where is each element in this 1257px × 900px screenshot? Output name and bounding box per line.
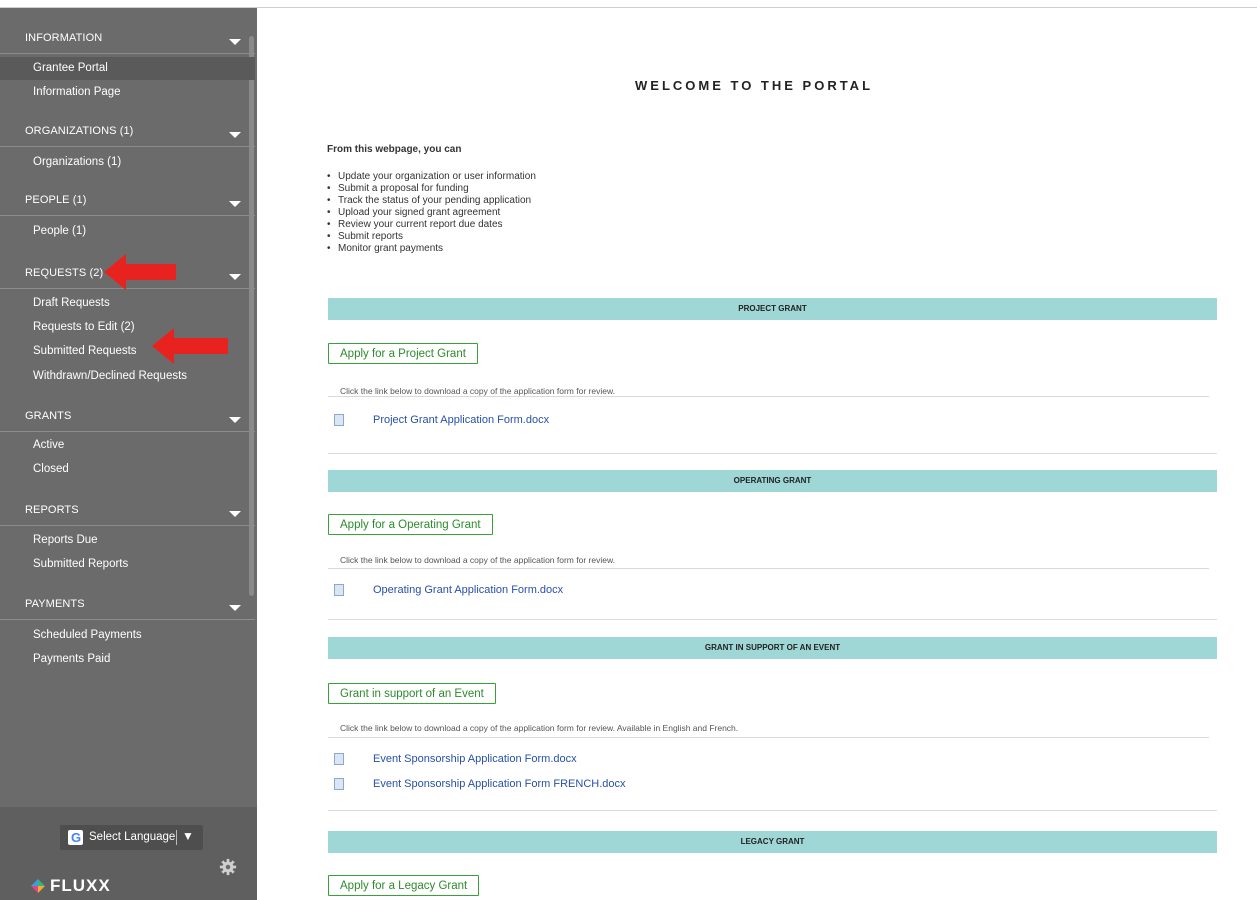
document-icon: [334, 753, 344, 765]
document-icon: [334, 778, 344, 790]
file-link-text[interactable]: Operating Grant Application Form.docx: [373, 584, 563, 596]
sidebar-item-active[interactable]: Active: [0, 434, 255, 457]
band-title: GRANT IN SUPPORT OF AN EVENT: [704, 643, 841, 652]
download-note: Click the link below to download a copy …: [340, 555, 615, 565]
band-title: PROJECT GRANT: [738, 304, 807, 313]
chevron-down-icon[interactable]: [229, 132, 241, 138]
document-icon: [334, 414, 344, 426]
section-title: INFORMATION: [25, 32, 103, 44]
divider: [328, 568, 1209, 569]
apply-project-grant-button[interactable]: Apply for a Project Grant: [328, 343, 478, 364]
band-title: OPERATING GRANT: [733, 476, 812, 485]
divider: [176, 830, 177, 845]
sidebar-item-payments-paid[interactable]: Payments Paid: [0, 648, 255, 671]
sidebar-item-information-page[interactable]: Information Page: [0, 81, 255, 104]
list-item: Review your current report due dates: [327, 219, 536, 231]
section-title: REQUESTS (2): [25, 267, 104, 279]
google-translate-icon: G: [68, 830, 83, 845]
gear-icon[interactable]: [219, 858, 237, 876]
sidebar-item-people[interactable]: People (1): [0, 220, 255, 243]
sidebar-item-label: Grantee Portal: [33, 62, 108, 74]
list-item: Upload your signed grant agreement: [327, 207, 536, 219]
sidebar-item-scheduled-payments[interactable]: Scheduled Payments: [0, 624, 255, 647]
sidebar-item-label: Payments Paid: [33, 653, 111, 665]
sidebar-item-grantee-portal[interactable]: Grantee Portal: [0, 57, 255, 80]
feature-list: Update your organization or user informa…: [327, 171, 536, 255]
list-item: Submit a proposal for funding: [327, 183, 536, 195]
sidebar-item-reports-due[interactable]: Reports Due: [0, 529, 255, 552]
select-language-label: Select Language: [89, 831, 176, 843]
list-item: Track the status of your pending applica…: [327, 195, 536, 207]
download-note: Click the link below to download a copy …: [340, 723, 739, 733]
sidebar-item-draft-requests[interactable]: Draft Requests: [0, 292, 255, 315]
section-band-legacy-grant: LEGACY GRANT: [328, 831, 1217, 853]
sidebar-item-label: Information Page: [33, 86, 121, 98]
download-note: Click the link below to download a copy …: [340, 386, 615, 396]
list-item: Submit reports: [327, 231, 536, 243]
apply-operating-grant-button[interactable]: Apply for a Operating Grant: [328, 514, 493, 535]
chevron-down-icon[interactable]: [229, 417, 241, 423]
section-header-organizations[interactable]: ORGANIZATIONS (1): [0, 115, 255, 147]
section-title: PAYMENTS: [25, 598, 85, 610]
sidebar-item-label: Requests to Edit (2): [33, 321, 135, 333]
top-border: [0, 0, 1257, 8]
section-title: GRANTS: [25, 410, 72, 422]
sidebar-item-label: Closed: [33, 463, 69, 475]
intro-text: From this webpage, you can: [327, 144, 462, 155]
section-separator: [328, 619, 1217, 620]
file-link-text[interactable]: Event Sponsorship Application Form FRENC…: [373, 778, 626, 790]
section-separator: [328, 453, 1217, 454]
page-title: WELCOME TO THE PORTAL: [635, 78, 874, 93]
chevron-down-icon[interactable]: [229, 39, 241, 45]
list-item: Update your organization or user informa…: [327, 171, 536, 183]
section-band-event-grant: GRANT IN SUPPORT OF AN EVENT: [328, 637, 1217, 659]
chevron-down-icon[interactable]: [229, 605, 241, 611]
sidebar-item-label: Scheduled Payments: [33, 629, 142, 641]
divider: [328, 737, 1209, 738]
sidebar-item-label: Organizations (1): [33, 156, 122, 168]
section-title: ORGANIZATIONS (1): [25, 125, 134, 137]
band-title: LEGACY GRANT: [740, 837, 805, 846]
sidebar-item-label: Withdrawn/Declined Requests: [33, 370, 188, 382]
chevron-down-icon[interactable]: [229, 274, 241, 280]
sidebar-item-label: Submitted Requests: [33, 345, 137, 357]
chevron-down-icon[interactable]: [229, 201, 241, 207]
sidebar-item-submitted-reports[interactable]: Submitted Reports: [0, 553, 255, 576]
section-title: PEOPLE (1): [25, 194, 87, 206]
sidebar-item-label: Submitted Reports: [33, 558, 129, 570]
select-language-button[interactable]: G Select Language ▼: [60, 825, 203, 850]
logo-text: FLUXX: [50, 876, 111, 895]
file-link-text[interactable]: Project Grant Application Form.docx: [373, 414, 549, 426]
chevron-down-icon[interactable]: [229, 511, 241, 517]
apply-legacy-grant-button[interactable]: Apply for a Legacy Grant: [328, 875, 480, 896]
file-link-text[interactable]: Event Sponsorship Application Form.docx: [373, 753, 577, 765]
divider: [328, 396, 1209, 397]
sidebar-item-label: Draft Requests: [33, 297, 110, 309]
section-header-information[interactable]: INFORMATION: [0, 22, 255, 54]
annotation-arrow-requests: [104, 254, 176, 290]
sidebar-item-withdrawn-declined-requests[interactable]: Withdrawn/Declined Requests: [0, 365, 255, 388]
section-band-project-grant: PROJECT GRANT: [328, 298, 1217, 320]
list-item: Monitor grant payments: [327, 243, 536, 255]
section-header-reports[interactable]: REPORTS: [0, 494, 255, 526]
caret-down-icon: ▼: [182, 829, 194, 843]
section-band-operating-grant: OPERATING GRANT: [328, 470, 1217, 492]
apply-event-grant-button[interactable]: Grant in support of an Event: [328, 683, 496, 704]
sidebar-item-label: People (1): [33, 225, 87, 237]
section-header-grants[interactable]: GRANTS: [0, 400, 255, 432]
sidebar-item-closed[interactable]: Closed: [0, 458, 255, 481]
section-title: REPORTS: [25, 504, 79, 516]
sidebar: INFORMATION Grantee Portal Information P…: [0, 8, 257, 900]
section-header-payments[interactable]: PAYMENTS: [0, 588, 255, 620]
fluxx-logo-mark: [31, 879, 45, 893]
sidebar-item-label: Reports Due: [33, 534, 98, 546]
document-icon: [334, 584, 344, 596]
sidebar-item-organizations[interactable]: Organizations (1): [0, 151, 255, 174]
main-content: WELCOME TO THE PORTAL From this webpage,…: [257, 8, 1257, 900]
sidebar-item-label: Active: [33, 439, 65, 451]
section-header-people[interactable]: PEOPLE (1): [0, 184, 255, 216]
section-separator: [328, 810, 1217, 811]
annotation-arrow-submitted-requests: [152, 328, 228, 364]
